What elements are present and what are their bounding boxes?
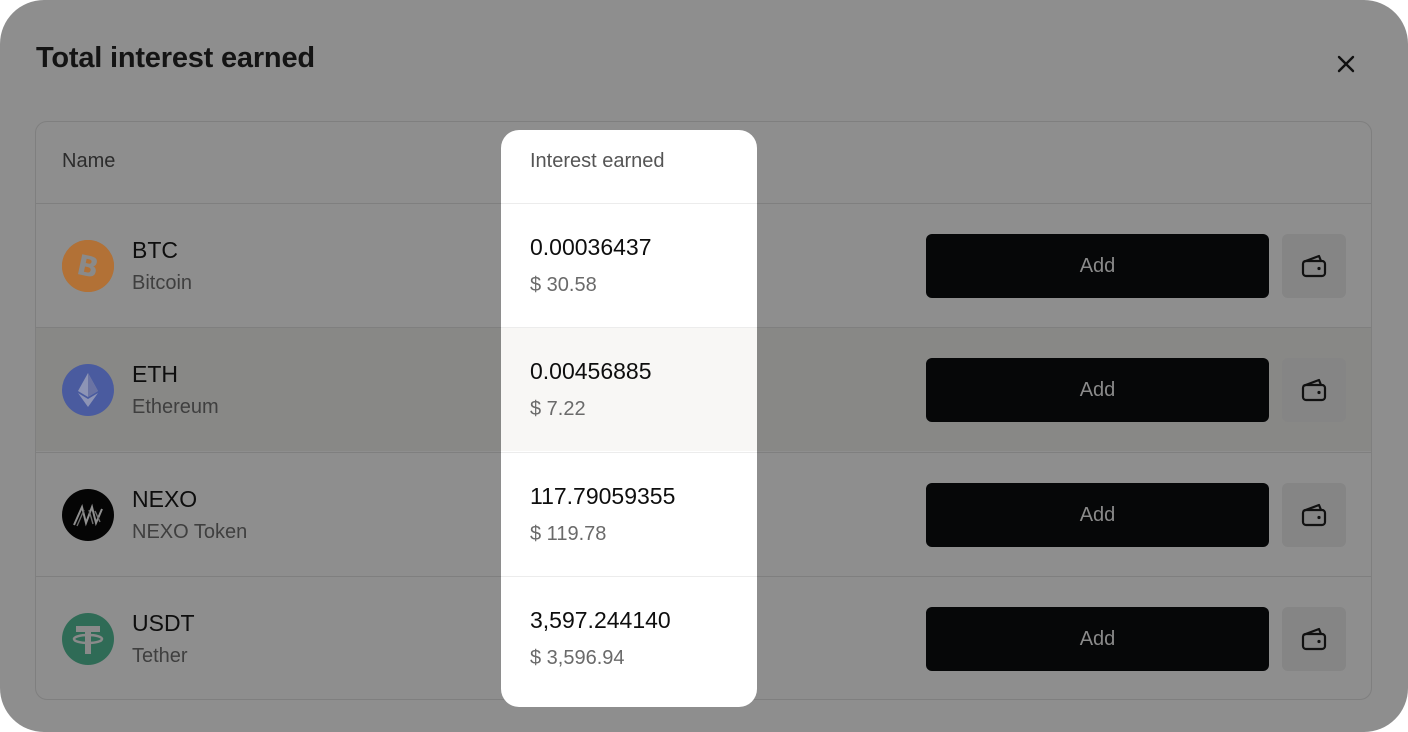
interest-usd-value: $ 30.58 [530, 274, 597, 296]
ethereum-icon [62, 364, 114, 416]
tether-icon [62, 613, 114, 665]
interest-amount: 3,597.244140 [530, 607, 671, 633]
interest-cell: 0.00456885 $ 7.22 [501, 327, 757, 451]
coin-symbol: USDT [132, 610, 195, 636]
nexo-icon [62, 489, 114, 541]
interest-cell: 117.79059355 $ 119.78 [501, 452, 757, 576]
interest-amount: 117.79059355 [530, 483, 676, 509]
add-button[interactable]: Add [926, 483, 1269, 547]
wallet-icon [1301, 503, 1327, 527]
coin-symbol: BTC [132, 237, 178, 263]
interest-usd-value: $ 7.22 [530, 398, 586, 420]
coin-name: NEXO Token [132, 521, 248, 543]
wallet-icon [1301, 254, 1327, 278]
wallet-button[interactable] [1282, 234, 1346, 298]
modal-title: Total interest earned [36, 42, 315, 74]
wallet-icon [1301, 378, 1327, 402]
coin-name: Tether [132, 645, 188, 667]
close-icon [1337, 55, 1355, 73]
add-button[interactable]: Add [926, 234, 1269, 298]
interest-cell: 3,597.244140 $ 3,596.94 [501, 576, 757, 700]
bitcoin-icon: B [62, 240, 114, 292]
coin-name: Bitcoin [132, 272, 193, 294]
interest-amount: 0.00456885 [530, 358, 652, 384]
interest-amount: 0.00036437 [530, 234, 652, 260]
close-button[interactable] [1328, 46, 1364, 82]
add-button[interactable]: Add [926, 358, 1269, 422]
column-header-name: Name [62, 150, 116, 172]
column-header-interest: Interest earned [530, 150, 665, 172]
interest-earned-column: Interest earned 0.00036437 $ 30.58 0.004… [501, 130, 757, 707]
add-button[interactable]: Add [926, 607, 1269, 671]
wallet-button[interactable] [1282, 607, 1346, 671]
interest-cell: 0.00036437 $ 30.58 [501, 203, 757, 327]
interest-usd-value: $ 3,596.94 [530, 647, 625, 669]
coin-symbol: NEXO [132, 486, 198, 512]
coin-name: Ethereum [132, 396, 219, 418]
interest-modal: Total interest earned Name B BTC Bitcoin… [0, 0, 1408, 732]
interest-usd-value: $ 119.78 [530, 523, 607, 545]
wallet-button[interactable] [1282, 483, 1346, 547]
wallet-button[interactable] [1282, 358, 1346, 422]
wallet-icon [1301, 627, 1327, 651]
coin-symbol: ETH [132, 361, 178, 387]
